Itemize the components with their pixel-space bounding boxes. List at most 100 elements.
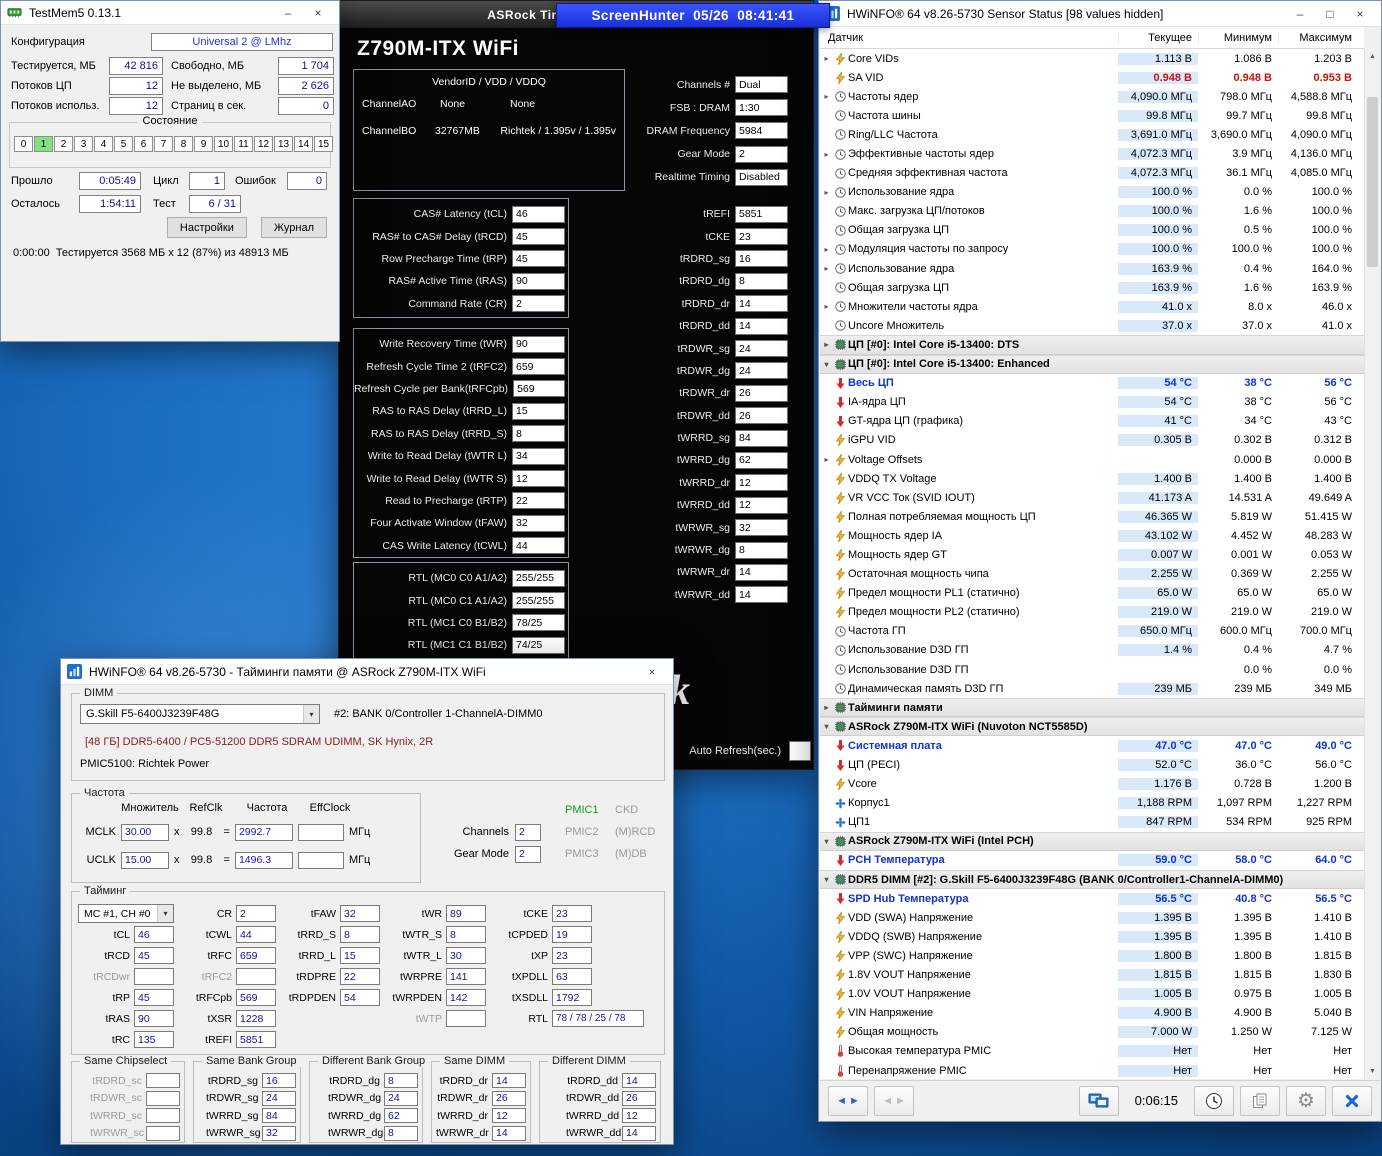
sensor-row[interactable]: VR VCC Ток (SVID IOUT) 41.173 A 14.531 A 49… bbox=[820, 488, 1364, 507]
timing-field[interactable]: 78/25 bbox=[512, 614, 565, 632]
timing-value[interactable]: 23 bbox=[552, 905, 592, 922]
sensor-section-header[interactable]: ▸ Тайминги памяти bbox=[820, 698, 1364, 718]
timing-value[interactable]: 8 bbox=[340, 926, 380, 943]
timing-field[interactable]: 5984 bbox=[735, 122, 788, 140]
sensor-row[interactable]: VPP (SWC) Напряжение 1.800 В 1.800 В 1.815 … bbox=[820, 946, 1364, 965]
sensor-row[interactable]: iGPU VID 0.305 В 0.302 В 0.312 В bbox=[820, 431, 1364, 450]
close-button[interactable]: × bbox=[1345, 2, 1375, 26]
log-output[interactable]: 0:00:00 Тестируется 3568 МБ x 12 (87%) и… bbox=[9, 245, 331, 335]
vertical-scrollbar[interactable]: ▲ ▼ bbox=[1364, 49, 1380, 1079]
hwinfo-timings-titlebar[interactable]: HWiNFO® 64 v8.26-5730 - Тайминги памяти … bbox=[61, 659, 673, 685]
sensor-row[interactable]: Vcore 1.176 В 0.728 В 1.200 В bbox=[820, 775, 1364, 794]
minimize-button[interactable]: – bbox=[273, 1, 303, 25]
chevron-down-icon[interactable]: ▾ bbox=[820, 722, 833, 731]
chevron-right-icon[interactable]: ▸ bbox=[820, 188, 833, 197]
sensor-row[interactable]: ЦП1 847 RPM 534 RPM 925 RPM bbox=[820, 813, 1364, 832]
sensor-row[interactable]: Системная плата 47.0 °C 47.0 °C 49.0 °C bbox=[820, 736, 1364, 755]
sensor-row[interactable]: Высокая температура PMIC Нет Нет Нет bbox=[820, 1042, 1364, 1061]
timing-field[interactable]: 14 bbox=[735, 295, 788, 313]
timing-value[interactable]: 32 bbox=[340, 905, 380, 922]
sensor-section-header[interactable]: ▸ ЦП [#0]: Intel Core i5-13400: DTS bbox=[820, 335, 1364, 355]
sensor-row[interactable]: Ring/LLC Частота 3,691.0 МГц 3,690.0 МГц 4,… bbox=[820, 125, 1364, 144]
timing-field[interactable]: 14 bbox=[735, 317, 788, 335]
chevron-right-icon[interactable]: ▸ bbox=[820, 340, 833, 349]
timing-field[interactable]: 16 bbox=[735, 250, 788, 268]
timing-field[interactable]: 14 bbox=[735, 586, 788, 604]
uclk-frequency[interactable]: 1496.3 bbox=[234, 851, 293, 869]
column-minimum[interactable]: Минимум bbox=[1198, 31, 1278, 44]
timing-value[interactable]: 14 bbox=[492, 1125, 526, 1141]
settings-button[interactable]: ⚙ bbox=[1286, 1085, 1326, 1116]
dimm-select[interactable]: G.Skill F5-6400J3239F48G ▾ bbox=[80, 704, 320, 724]
sensor-row[interactable]: Частота шины 99.8 МГц 99.7 МГц 99.8 МГц bbox=[820, 106, 1364, 125]
screenhunter-overlay[interactable]: ScreenHunter 05/26 08:41:41 bbox=[556, 3, 830, 28]
chevron-right-icon[interactable]: ▸ bbox=[820, 302, 833, 311]
close-button[interactable]: × bbox=[637, 660, 667, 684]
sensor-row[interactable]: PCH Температура 59.0 °C 58.0 °C 64.0 °C bbox=[820, 851, 1364, 870]
sensor-row[interactable]: Средняя эффективная частота 4,072.3 МГц 36… bbox=[820, 164, 1364, 183]
sensor-row[interactable]: IA-ядра ЦП 54 °C 38 °C 56 °C bbox=[820, 393, 1364, 412]
timing-value[interactable]: 14 bbox=[622, 1073, 656, 1089]
testmem5-titlebar[interactable]: TestMem5 0.13.1 – × bbox=[1, 1, 339, 25]
sensor-row[interactable]: ▸ Модуляция частоты по запросу 100.0 % 100.… bbox=[820, 240, 1364, 259]
timing-field[interactable]: 12 bbox=[735, 496, 788, 514]
timing-value[interactable] bbox=[134, 968, 174, 985]
maximize-button[interactable]: □ bbox=[1315, 2, 1345, 26]
sensor-row[interactable]: Мощность ядер IA 43.102 W 4.452 W 48.283 W bbox=[820, 526, 1364, 545]
timing-value[interactable]: 32 bbox=[262, 1125, 296, 1141]
sensors-titlebar[interactable]: HWiNFO® 64 v8.26-5730 Sensor Status [98 … bbox=[819, 1, 1381, 27]
timing-value[interactable]: 26 bbox=[622, 1090, 656, 1106]
timing-value[interactable]: 45 bbox=[134, 947, 174, 964]
timing-value[interactable]: 90 bbox=[134, 1010, 174, 1027]
timing-value[interactable]: 1792 bbox=[552, 989, 592, 1006]
chevron-down-icon[interactable]: ▾ bbox=[820, 875, 833, 884]
sensor-row[interactable]: Использование D3D ГП 1.4 % 0.4 % 4.7 % bbox=[820, 641, 1364, 660]
channels-value[interactable]: 2 bbox=[515, 823, 541, 841]
timing-value[interactable]: 30 bbox=[446, 947, 486, 964]
timing-value[interactable]: 78 / 78 / 25 / 78 bbox=[552, 1010, 644, 1027]
timing-value[interactable] bbox=[446, 1010, 486, 1027]
sensor-row[interactable]: Общая мощность 7.000 W 1.250 W 7.125 W bbox=[820, 1023, 1364, 1042]
sensor-row[interactable]: ▸ Частоты ядер 4,090.0 МГц 798.0 МГц 4,588.8… bbox=[820, 87, 1364, 106]
timing-value[interactable]: 8 bbox=[446, 926, 486, 943]
sensor-row[interactable]: GT-ядра ЦП (графика) 41 °C 34 °C 43 °C bbox=[820, 412, 1364, 431]
sensor-row[interactable]: Весь ЦП 54 °C 38 °C 56 °C bbox=[820, 374, 1364, 393]
column-sensor[interactable]: Датчик bbox=[820, 32, 1118, 44]
timing-value[interactable]: 89 bbox=[446, 905, 486, 922]
timing-value[interactable] bbox=[146, 1073, 180, 1089]
scroll-thumb[interactable] bbox=[1367, 97, 1378, 267]
timing-field[interactable]: 26 bbox=[735, 407, 788, 425]
sensor-row[interactable]: Общая загрузка ЦП 163.9 % 1.6 % 163.9 % bbox=[820, 278, 1364, 297]
timing-value[interactable]: 5851 bbox=[236, 1031, 276, 1048]
timing-field[interactable]: 24 bbox=[735, 340, 788, 358]
sensor-section-header[interactable]: ▾ ASRock Z790M-ITX WiFi (Intel PCH) bbox=[820, 831, 1364, 851]
timing-value[interactable]: 62 bbox=[384, 1108, 418, 1124]
timing-value[interactable]: 8 bbox=[384, 1073, 418, 1089]
nav-arrows-button[interactable]: ◄ ► bbox=[828, 1085, 868, 1116]
sensor-row[interactable]: Частота ГП 650.0 МГц 600.0 МГц 700.0 МГц bbox=[820, 622, 1364, 641]
chevron-right-icon[interactable]: ▸ bbox=[820, 455, 833, 464]
timing-value[interactable]: 24 bbox=[262, 1090, 296, 1106]
uclk-multiplier[interactable]: 15.00 bbox=[121, 851, 169, 869]
sensor-row[interactable]: Корпус1 1,188 RPM 1,097 RPM 1,227 RPM bbox=[820, 794, 1364, 813]
timing-value[interactable]: 84 bbox=[262, 1108, 296, 1124]
remote-sensors-button[interactable] bbox=[1078, 1085, 1119, 1116]
timing-value[interactable]: 2 bbox=[236, 905, 276, 922]
timing-value[interactable]: 15 bbox=[340, 947, 380, 964]
close-button[interactable]: × bbox=[303, 1, 333, 25]
scroll-up-icon[interactable]: ▲ bbox=[1365, 49, 1380, 64]
timing-field[interactable]: 24 bbox=[735, 362, 788, 380]
sensor-row[interactable]: Динамическая память D3D ГП 239 МБ 239 МБ 34… bbox=[820, 679, 1364, 698]
sensor-section-header[interactable]: ▾ ASRock Z790M-ITX WiFi (Nuvoton NCT5585D… bbox=[820, 717, 1364, 737]
journal-button[interactable]: Журнал bbox=[260, 217, 327, 238]
mc-channel-select[interactable]: MC #1, CH #0 ▾ bbox=[78, 904, 174, 923]
mclk-frequency[interactable]: 2992.7 bbox=[234, 823, 293, 841]
column-maximum[interactable]: Максимум bbox=[1278, 31, 1358, 44]
sensor-row[interactable]: Мощность ядер GT 0.007 W 0.001 W 0.053 W bbox=[820, 545, 1364, 564]
chevron-right-icon[interactable]: ▸ bbox=[820, 245, 833, 254]
report-button[interactable] bbox=[1240, 1085, 1280, 1116]
sensor-section-header[interactable]: ▾ ЦП [#0]: Intel Core i5-13400: Enhanced bbox=[820, 354, 1364, 374]
sensor-row[interactable]: VDDQ TX Voltage 1.400 В 1.400 В 1.400 В bbox=[820, 469, 1364, 488]
timing-value[interactable]: 26 bbox=[492, 1090, 526, 1106]
uclk-effclock[interactable] bbox=[297, 851, 344, 869]
